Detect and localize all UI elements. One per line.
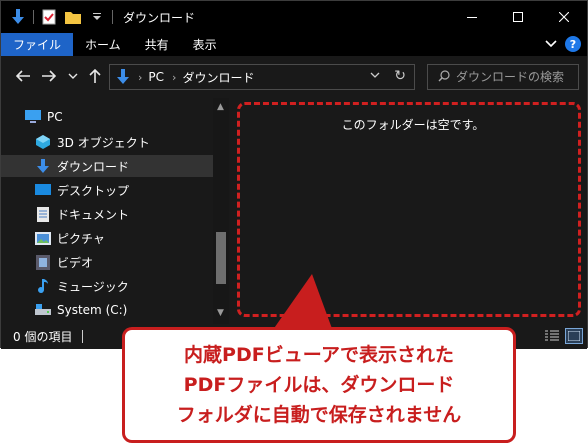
callout-pointer [270,274,334,334]
scroll-down-icon[interactable]: ▼ [217,308,224,318]
item-count: 0 個の項目 [13,330,73,344]
download-folder-icon [116,69,130,85]
sidebar-item-label: ミュージック [57,279,129,294]
toolbar-divider [112,10,113,24]
pictures-icon [35,230,51,246]
search-box[interactable] [427,64,579,90]
sidebar-item-3d-objects[interactable]: 3D オブジェクト [1,131,213,153]
search-input[interactable] [456,70,576,84]
sidebar-item-label: ピクチャ [57,231,105,246]
title-bar: ダウンロード [1,1,587,33]
download-folder-icon [35,158,51,174]
download-arrow-icon[interactable] [9,8,27,26]
details-view-icon[interactable] [543,328,561,344]
pc-icon [25,109,41,125]
expand-ribbon-icon[interactable] [545,37,557,51]
tab-share[interactable]: 共有 [133,33,181,56]
ribbon-controls: ? [545,36,581,52]
properties-icon[interactable] [40,8,58,26]
tab-home[interactable]: ホーム [73,33,133,56]
window-controls [449,1,587,33]
breadcrumb-separator-icon: › [172,70,177,84]
sidebar-item-label: ダウンロード [57,159,130,174]
address-bar[interactable]: › PC › ダウンロード ↻ [109,64,415,90]
sidebar-item-label: System (C:) [57,303,128,317]
annotation-callout: 内蔵PDFビューアで表示された PDFファイルは、ダウンロード フォルダに自動で… [122,327,516,443]
breadcrumb-pc[interactable]: PC [148,70,164,84]
3d-objects-icon [35,134,51,150]
music-icon [35,278,51,294]
sidebar-item-pictures[interactable]: ピクチャ [1,227,213,249]
toolbar-divider [33,10,34,24]
callout-line: 内蔵PDFビューアで表示された [184,344,454,366]
new-folder-icon[interactable] [64,8,82,26]
desktop-icon [35,182,51,198]
sidebar-item-label: 3D オブジェクト [57,135,150,150]
quick-access-toolbar: ダウンロード [1,1,195,33]
breadcrumb-downloads[interactable]: ダウンロード [182,69,254,86]
recent-locations-button[interactable] [63,66,83,86]
scroll-up-icon[interactable]: ▲ [217,102,224,112]
forward-button[interactable] [39,66,59,86]
search-icon [438,69,450,85]
videos-icon [35,254,51,270]
view-toggle [539,328,583,344]
ribbon-tabs: ファイル ホーム 共有 表示 ? [1,33,587,56]
close-button[interactable] [541,1,587,33]
back-button[interactable] [13,66,33,86]
address-history-dropdown[interactable] [370,69,380,82]
drive-icon [35,302,51,318]
sidebar-item-label: ドキュメント [57,207,130,222]
large-icons-view-icon[interactable] [565,328,583,344]
maximize-button[interactable] [495,1,541,33]
status-divider [82,330,84,343]
window-title: ダウンロード [123,10,196,25]
sidebar-item-desktop[interactable]: デスクトップ [1,179,213,201]
sidebar-item-music[interactable]: ミュージック [1,275,213,297]
scrollbar-thumb[interactable] [216,232,226,284]
sidebar-item-label: デスクトップ [57,183,130,198]
callout-line: PDFファイルは、ダウンロード [183,374,455,396]
sidebar-scrollbar[interactable]: ▲ ▼ [213,98,229,324]
sidebar-item-downloads[interactable]: ダウンロード [1,155,213,177]
customize-dropdown-icon[interactable] [88,8,106,26]
sidebar-item-videos[interactable]: ビデオ [1,251,213,273]
tab-view[interactable]: 表示 [181,33,229,56]
callout-line: フォルダに自動で保存されません [176,404,462,426]
sidebar-item-system-drive[interactable]: System (C:) [1,299,213,321]
refresh-icon[interactable]: ↻ [394,68,406,84]
minimize-button[interactable] [449,1,495,33]
tab-file[interactable]: ファイル [1,33,74,56]
breadcrumb-separator-icon: › [138,70,143,84]
documents-icon [35,206,51,222]
sidebar-item-documents[interactable]: ドキュメント [1,203,213,225]
sidebar-item-label: PC [47,110,63,124]
up-button[interactable] [85,66,105,86]
sidebar-item-pc[interactable]: PC [1,106,213,128]
help-icon[interactable]: ? [565,36,581,52]
sidebar-item-label: ビデオ [57,255,94,270]
navigation-pane: PC 3D オブジェクト ダウンロード デスクトップ ドキュメント ピクチャ ビ… [1,98,229,324]
navigation-bar: › PC › ダウンロード ↻ [1,56,587,98]
